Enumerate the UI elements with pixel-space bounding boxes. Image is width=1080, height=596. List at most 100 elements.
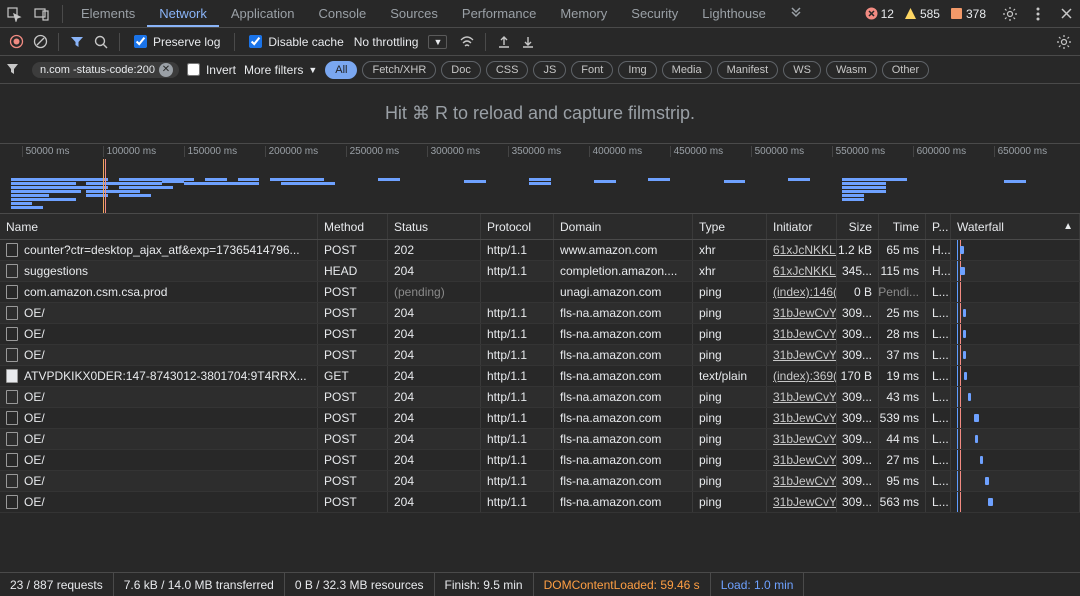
filter-chip[interactable]: n.com -status-code:200 ✕ bbox=[32, 62, 179, 78]
col-time[interactable]: Time bbox=[879, 214, 926, 239]
tab-network[interactable]: Network bbox=[147, 0, 219, 27]
request-initiator[interactable]: 31bJewCvY bbox=[767, 450, 837, 470]
filter-type-manifest[interactable]: Manifest bbox=[717, 61, 779, 79]
filter-funnel-icon[interactable] bbox=[6, 63, 24, 76]
load-line-overview bbox=[105, 159, 106, 213]
clear-button[interactable] bbox=[28, 30, 52, 54]
col-name[interactable]: Name bbox=[0, 214, 318, 239]
table-row[interactable]: OE/POST204http/1.1fls-na.amazon.comping3… bbox=[0, 450, 1080, 471]
request-name: OE/ bbox=[24, 411, 45, 425]
request-initiator[interactable]: 31bJewCvY bbox=[767, 471, 837, 491]
kebab-menu-icon[interactable] bbox=[1024, 7, 1052, 21]
request-time: 28 ms bbox=[879, 324, 926, 344]
col-initiator[interactable]: Initiator bbox=[767, 214, 837, 239]
col-domain[interactable]: Domain bbox=[554, 214, 693, 239]
col-protocol[interactable]: Protocol bbox=[481, 214, 554, 239]
filter-type-all[interactable]: All bbox=[325, 61, 357, 79]
table-row[interactable]: OE/POST204http/1.1fls-na.amazon.comping3… bbox=[0, 303, 1080, 324]
disable-cache-checkbox[interactable]: Disable cache bbox=[249, 35, 343, 49]
preserve-log-checkbox[interactable]: Preserve log bbox=[134, 35, 220, 49]
filter-type-fetchxhr[interactable]: Fetch/XHR bbox=[362, 61, 436, 79]
request-protocol: http/1.1 bbox=[481, 345, 554, 365]
table-row[interactable]: OE/POST204http/1.1fls-na.amazon.comping3… bbox=[0, 408, 1080, 429]
file-icon bbox=[6, 495, 18, 509]
request-size: 309... bbox=[837, 303, 879, 323]
inspect-element-icon[interactable] bbox=[0, 6, 28, 22]
request-domain: unagi.amazon.com bbox=[554, 282, 693, 302]
network-conditions-icon[interactable] bbox=[455, 30, 479, 54]
settings-icon[interactable] bbox=[996, 6, 1024, 22]
filter-type-doc[interactable]: Doc bbox=[441, 61, 481, 79]
request-initiator[interactable]: 31bJewCvY bbox=[767, 429, 837, 449]
error-count[interactable]: 12 bbox=[865, 7, 894, 21]
tab-lighthouse[interactable]: Lighthouse bbox=[690, 0, 778, 27]
filter-type-other[interactable]: Other bbox=[882, 61, 930, 79]
more-tabs-icon[interactable] bbox=[782, 7, 810, 21]
col-method[interactable]: Method bbox=[318, 214, 388, 239]
filter-type-media[interactable]: Media bbox=[662, 61, 712, 79]
table-row[interactable]: OE/POST204http/1.1fls-na.amazon.comping3… bbox=[0, 324, 1080, 345]
request-initiator[interactable]: 31bJewCvY bbox=[767, 324, 837, 344]
request-initiator[interactable]: (index):146( bbox=[767, 282, 837, 302]
warning-count[interactable]: 585 bbox=[904, 7, 940, 21]
request-initiator[interactable]: 31bJewCvY bbox=[767, 303, 837, 323]
export-har-icon[interactable] bbox=[516, 30, 540, 54]
col-waterfall[interactable]: Waterfall▲ bbox=[951, 214, 1080, 239]
table-row[interactable]: ATVPDKIKX0DER:147-8743012-3801704:9T4RRX… bbox=[0, 366, 1080, 387]
request-initiator[interactable]: 61xJcNKKL: bbox=[767, 261, 837, 281]
table-row[interactable]: suggestionsHEAD204http/1.1completion.ama… bbox=[0, 261, 1080, 282]
col-size[interactable]: Size bbox=[837, 214, 879, 239]
request-initiator[interactable]: (index):369( bbox=[767, 366, 837, 386]
search-icon[interactable] bbox=[89, 30, 113, 54]
request-initiator[interactable]: 31bJewCvY bbox=[767, 408, 837, 428]
col-priority[interactable]: P... bbox=[926, 214, 951, 239]
filter-type-img[interactable]: Img bbox=[618, 61, 656, 79]
request-waterfall bbox=[951, 324, 1080, 344]
more-filters-dropdown[interactable]: More filters▼ bbox=[244, 63, 317, 77]
overview-tick: 100000 ms bbox=[103, 146, 156, 157]
filter-type-js[interactable]: JS bbox=[533, 61, 566, 79]
overview-tick: 550000 ms bbox=[832, 146, 885, 157]
request-status: 204 bbox=[388, 492, 481, 512]
tab-application[interactable]: Application bbox=[219, 0, 307, 27]
network-settings-icon[interactable] bbox=[1052, 30, 1076, 54]
filter-type-css[interactable]: CSS bbox=[486, 61, 529, 79]
table-row[interactable]: OE/POST204http/1.1fls-na.amazon.comping3… bbox=[0, 471, 1080, 492]
tab-security[interactable]: Security bbox=[619, 0, 690, 27]
info-count[interactable]: 378 bbox=[950, 7, 986, 21]
table-row[interactable]: counter?ctr=desktop_ajax_atf&exp=1736541… bbox=[0, 240, 1080, 261]
col-type[interactable]: Type bbox=[693, 214, 767, 239]
tab-elements[interactable]: Elements bbox=[69, 0, 147, 27]
throttling-select[interactable]: No throttling ▼ bbox=[354, 35, 448, 49]
request-type: ping bbox=[693, 408, 767, 428]
table-row[interactable]: OE/POST204http/1.1fls-na.amazon.comping3… bbox=[0, 345, 1080, 366]
filter-icon[interactable] bbox=[65, 30, 89, 54]
request-time: 115 ms bbox=[879, 261, 926, 281]
filter-type-font[interactable]: Font bbox=[571, 61, 613, 79]
invert-checkbox[interactable]: Invert bbox=[187, 63, 236, 77]
network-overview[interactable]: 50000 ms100000 ms150000 ms200000 ms25000… bbox=[0, 144, 1080, 214]
request-initiator[interactable]: 31bJewCvY bbox=[767, 492, 837, 512]
table-row[interactable]: com.amazon.csm.csa.prodPOST(pending)unag… bbox=[0, 282, 1080, 303]
import-har-icon[interactable] bbox=[492, 30, 516, 54]
table-row[interactable]: OE/POST204http/1.1fls-na.amazon.comping3… bbox=[0, 492, 1080, 513]
filter-type-ws[interactable]: WS bbox=[783, 61, 821, 79]
request-domain: fls-na.amazon.com bbox=[554, 303, 693, 323]
filter-type-wasm[interactable]: Wasm bbox=[826, 61, 877, 79]
close-devtools-icon[interactable] bbox=[1052, 7, 1080, 20]
filter-chip-close-icon[interactable]: ✕ bbox=[159, 63, 173, 77]
record-button[interactable] bbox=[4, 30, 28, 54]
table-row[interactable]: OE/POST204http/1.1fls-na.amazon.comping3… bbox=[0, 387, 1080, 408]
request-initiator[interactable]: 61xJcNKKL: bbox=[767, 240, 837, 260]
tab-memory[interactable]: Memory bbox=[548, 0, 619, 27]
table-row[interactable]: OE/POST204http/1.1fls-na.amazon.comping3… bbox=[0, 429, 1080, 450]
request-initiator[interactable]: 31bJewCvY bbox=[767, 387, 837, 407]
dcl-line-overview bbox=[103, 159, 104, 213]
tab-sources[interactable]: Sources bbox=[378, 0, 450, 27]
device-toolbar-icon[interactable] bbox=[28, 6, 56, 22]
request-initiator[interactable]: 31bJewCvY bbox=[767, 345, 837, 365]
tab-performance[interactable]: Performance bbox=[450, 0, 548, 27]
tab-console[interactable]: Console bbox=[307, 0, 379, 27]
request-size: 309... bbox=[837, 345, 879, 365]
col-status[interactable]: Status bbox=[388, 214, 481, 239]
